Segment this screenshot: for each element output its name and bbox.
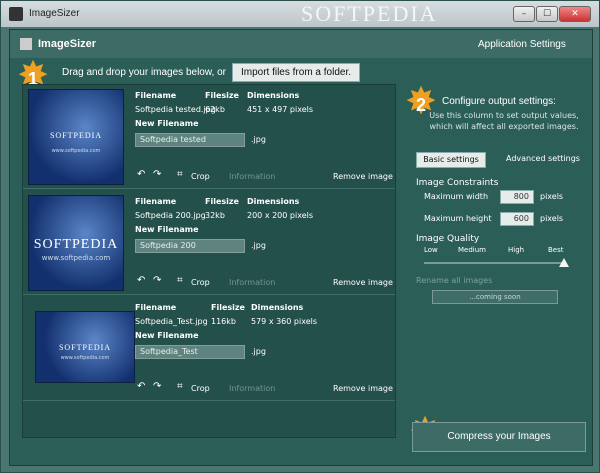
new-filename-input[interactable]: Softpedia tested [135, 133, 245, 147]
logo-icon [20, 38, 32, 50]
image-list[interactable]: SOFTPEDIA www.softpedia.com Filename Fil… [22, 84, 396, 438]
new-filename-label: New Filename [135, 225, 199, 234]
max-height-unit: pixels [540, 214, 564, 223]
quality-best-label: Best [548, 246, 564, 254]
close-button[interactable]: ✕ [559, 6, 591, 22]
rotate-right-icon[interactable]: ↷ [153, 275, 161, 286]
rotate-left-icon[interactable]: ↶ [137, 169, 145, 180]
main-panel: ImageSizer Application Settings ✸ 1 Drag … [9, 29, 593, 466]
crop-button[interactable]: Crop [191, 384, 210, 393]
settings-description: Use this column to set output values, wh… [429, 111, 579, 131]
image-thumbnail: SOFTPEDIA www.softpedia.com [28, 89, 124, 185]
new-filename-label: New Filename [135, 119, 199, 128]
max-width-label: Maximum width [424, 192, 489, 201]
filesize-label: Filesize [211, 303, 245, 312]
thumb-subtitle: www.softpedia.com [41, 254, 111, 263]
rotate-left-icon[interactable]: ↶ [137, 381, 145, 392]
filename-label: Filename [135, 91, 177, 100]
compress-images-button[interactable]: Compress your Images [412, 422, 586, 452]
filename-value: Softpedia_Test.jpg [135, 317, 208, 326]
maximize-button[interactable]: ☐ [536, 6, 558, 22]
quality-medium-label: Medium [458, 246, 486, 254]
remove-image-button[interactable]: Remove image [333, 172, 393, 181]
remove-image-button[interactable]: Remove image [333, 278, 393, 287]
filename-value: Softpedia tested.jpg [135, 105, 216, 114]
constraints-title: Image Constraints [416, 178, 499, 188]
window-title: ImageSizer [29, 8, 80, 19]
filename-label: Filename [135, 197, 177, 206]
extension-label: .jpg [251, 135, 266, 144]
thumb-subtitle: www.softpedia.com [60, 355, 110, 362]
image-thumbnail: SOFTPEDIA www.softpedia.com [35, 311, 135, 383]
rename-coming-soon: ...coming soon [432, 290, 558, 304]
app-window: ImageSizer SOFTPEDIA – ☐ ✕ ImageSizer Ap… [0, 0, 600, 473]
app-icon [9, 7, 23, 21]
dimensions-value: 579 x 360 pixels [251, 317, 318, 326]
title-bar: ImageSizer SOFTPEDIA – ☐ ✕ [1, 1, 599, 27]
rotate-left-icon[interactable]: ↶ [137, 275, 145, 286]
list-item: SOFTPEDIA www.softpedia.com Filename Fil… [23, 297, 395, 401]
minimize-button[interactable]: – [513, 6, 535, 22]
dimensions-label: Dimensions [247, 197, 300, 206]
filesize-value: 62kb [205, 105, 225, 114]
settings-heading: Configure output settings: [442, 96, 556, 107]
dimensions-value: 200 x 200 pixels [247, 211, 314, 220]
quality-high-label: High [508, 246, 525, 254]
quality-title: Image Quality [416, 234, 480, 244]
max-width-input[interactable]: 800 [500, 190, 534, 204]
crop-button[interactable]: Crop [191, 172, 210, 181]
new-filename-input[interactable]: Softpedia 200 [135, 239, 245, 253]
list-item: SOFTPEDIA www.softpedia.com Filename Fil… [23, 191, 395, 295]
extension-label: .jpg [251, 241, 266, 250]
thumb-title: SOFTPEDIA [58, 342, 112, 352]
filename-label: Filename [135, 303, 177, 312]
settings-panel: ✸ 2 Configure output settings: Use this c… [402, 82, 588, 438]
filesize-label: Filesize [205, 91, 239, 100]
quality-slider-thumb[interactable] [559, 258, 569, 267]
information-button: Information [229, 384, 276, 393]
dimensions-label: Dimensions [251, 303, 304, 312]
crop-icon[interactable]: ⌗ [177, 381, 183, 392]
max-height-input[interactable]: 600 [500, 212, 534, 226]
settings-title: Application Settings [478, 39, 566, 50]
tab-basic-settings[interactable]: Basic settings [416, 152, 486, 168]
crop-icon[interactable]: ⌗ [177, 169, 183, 180]
quality-slider[interactable] [424, 262, 564, 264]
app-header: ImageSizer Application Settings [10, 30, 592, 58]
new-filename-label: New Filename [135, 331, 199, 340]
thumb-title: SOFTPEDIA [49, 131, 103, 141]
rename-all-label: Rename all images [416, 276, 493, 285]
information-button: Information [229, 278, 276, 287]
remove-image-button[interactable]: Remove image [333, 384, 393, 393]
image-thumbnail: SOFTPEDIA www.softpedia.com [28, 195, 124, 291]
drag-drop-text: Drag and drop your images below, or [62, 67, 226, 78]
watermark: SOFTPEDIA [301, 1, 438, 26]
rotate-right-icon[interactable]: ↷ [153, 381, 161, 392]
max-width-unit: pixels [540, 192, 564, 201]
quality-low-label: Low [424, 246, 438, 254]
thumb-subtitle: www.softpedia.com [51, 148, 101, 155]
rotate-right-icon[interactable]: ↷ [153, 169, 161, 180]
app-title: ImageSizer [38, 38, 97, 50]
crop-icon[interactable]: ⌗ [177, 275, 183, 286]
filesize-value: 32kb [205, 211, 225, 220]
dimensions-label: Dimensions [247, 91, 300, 100]
filename-value: Softpedia 200.jpg [135, 211, 206, 220]
import-folder-button[interactable]: Import files from a folder. [232, 63, 360, 82]
list-item: SOFTPEDIA www.softpedia.com Filename Fil… [23, 85, 395, 189]
thumb-title: SOFTPEDIA [33, 237, 119, 253]
information-button: Information [229, 172, 276, 181]
filesize-label: Filesize [205, 197, 239, 206]
new-filename-input[interactable]: Softpedia_Test [135, 345, 245, 359]
extension-label: .jpg [251, 347, 266, 356]
filesize-value: 116kb [211, 317, 236, 326]
tab-advanced-settings[interactable]: Advanced settings [506, 154, 580, 163]
crop-button[interactable]: Crop [191, 278, 210, 287]
max-height-label: Maximum height [424, 214, 492, 223]
dimensions-value: 451 x 497 pixels [247, 105, 314, 114]
